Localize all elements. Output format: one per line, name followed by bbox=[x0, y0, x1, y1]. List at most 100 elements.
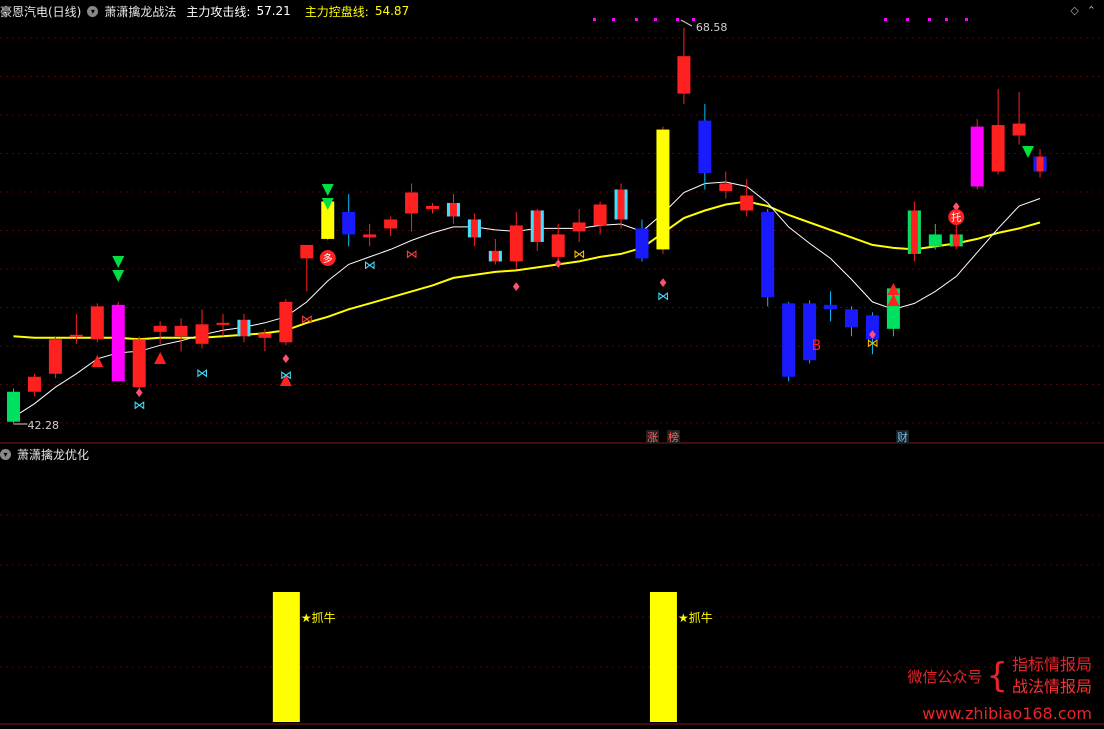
candle-body bbox=[509, 225, 523, 262]
main-header: 豪恩汽电(日线) ▾ 萧潇擒龙战法 主力攻击线: 57.21 主力控盘线: 54… bbox=[0, 3, 409, 19]
candle-edge bbox=[907, 210, 911, 254]
candle-edge bbox=[446, 202, 450, 217]
candle-edge bbox=[949, 234, 953, 247]
candle-body bbox=[928, 234, 942, 247]
sub-header: ▾ 萧潇擒龙优化 bbox=[0, 446, 89, 462]
control-line-label: 主力控盘线: bbox=[304, 4, 369, 19]
watermark-line2: 战法情报局 bbox=[1011, 677, 1092, 696]
stock-name[interactable]: 豪恩汽电(日线) bbox=[0, 3, 81, 20]
candle-body bbox=[845, 309, 858, 328]
candle-body bbox=[153, 325, 167, 332]
chevron-up-icon[interactable]: ⌃ bbox=[1087, 4, 1096, 17]
signal-dot bbox=[612, 18, 615, 21]
indicator-dropdown-icon[interactable]: ▾ bbox=[87, 5, 99, 17]
high-pointer bbox=[680, 19, 693, 27]
signal-dot bbox=[965, 18, 968, 21]
signal-dot bbox=[945, 18, 948, 21]
candle-body bbox=[698, 120, 712, 174]
gem-icon: ♦ bbox=[280, 352, 291, 366]
buy-arrow-icon bbox=[91, 355, 104, 367]
top-right-toolbar: ◇ ⌃ bbox=[1070, 4, 1096, 17]
sub-indicator-name[interactable]: 萧潇擒龙优化 bbox=[17, 446, 89, 463]
candle-body bbox=[90, 306, 104, 340]
signal-dot bbox=[676, 18, 679, 21]
butterfly-icon: ⋈ bbox=[301, 312, 313, 326]
sell-arrow-icon bbox=[112, 256, 125, 268]
butterfly-icon: ⋈ bbox=[280, 368, 292, 382]
candle-body bbox=[1012, 123, 1026, 136]
signal-bar bbox=[649, 592, 677, 722]
candle-body bbox=[69, 334, 83, 337]
butterfly-icon: ⋈ bbox=[573, 247, 585, 261]
candle-edge bbox=[540, 210, 544, 242]
diamond-icon[interactable]: ◇ bbox=[1070, 4, 1078, 17]
marker-b: B bbox=[812, 338, 822, 354]
attack-line-value: 57.21 bbox=[256, 4, 291, 18]
candle-body bbox=[677, 56, 691, 94]
candle-edge bbox=[488, 250, 492, 262]
candle-body bbox=[782, 303, 796, 377]
candle-body bbox=[740, 195, 754, 211]
candle-edge bbox=[1033, 156, 1037, 172]
candle-body bbox=[174, 325, 188, 337]
control-line bbox=[13, 200, 1041, 341]
tag-zhang: 涨 bbox=[647, 431, 658, 444]
candle-body bbox=[300, 244, 314, 259]
candle-body bbox=[363, 234, 377, 238]
gem-icon: ♦ bbox=[511, 280, 522, 294]
butterfly-icon: ⋈ bbox=[364, 258, 376, 272]
candle-edge bbox=[959, 234, 963, 247]
candle-body bbox=[593, 204, 607, 226]
signal-dot bbox=[635, 18, 638, 21]
sell-arrow-icon bbox=[321, 184, 334, 196]
tag-bang: 榜 bbox=[668, 430, 679, 444]
signal-dot bbox=[928, 18, 931, 21]
candle-edge bbox=[530, 210, 534, 242]
candle-edge bbox=[498, 250, 502, 262]
chart-canvas: 68.5842.28⋈⋈ ⋈⋈⋈⋈⋈ ⋈⋈♦♦♦♦♦♦♦多托B涨榜财★抓牛 ★抓牛 bbox=[0, 18, 1104, 725]
candle-body bbox=[656, 129, 670, 250]
low-label: 42.28 bbox=[28, 419, 60, 432]
candle-edge bbox=[624, 189, 628, 220]
attack-line bbox=[13, 181, 1041, 418]
candle-body bbox=[991, 125, 1005, 172]
watermark-line1: 指标情报局 bbox=[1011, 655, 1092, 674]
butterfly-icon: ⋈ bbox=[196, 366, 208, 380]
candle-edge bbox=[477, 219, 481, 238]
candle-body bbox=[132, 339, 146, 388]
buy-arrow-icon bbox=[154, 352, 167, 364]
signal-bar bbox=[272, 592, 300, 722]
tag-cai: 财 bbox=[897, 430, 908, 444]
candle-body bbox=[572, 222, 586, 232]
sell-arrow-icon bbox=[112, 270, 125, 282]
gem-icon: ♦ bbox=[553, 257, 564, 271]
candle-edge bbox=[917, 210, 921, 254]
candle-body bbox=[279, 301, 293, 343]
candle-body bbox=[970, 126, 984, 187]
sell-arrow-icon bbox=[1022, 146, 1034, 158]
candle-body bbox=[7, 391, 20, 422]
butterfly-icon: ⋈ bbox=[406, 247, 418, 261]
sub-indicator-dropdown-icon[interactable]: ▾ bbox=[0, 448, 11, 460]
signal-dot bbox=[884, 18, 887, 21]
high-label: 68.58 bbox=[696, 21, 728, 34]
signal-dot bbox=[593, 18, 596, 21]
watermark-url: www.zhibiao168.com bbox=[922, 704, 1092, 723]
butterfly-icon: ⋈ bbox=[133, 398, 145, 412]
candle-body bbox=[48, 339, 62, 374]
indicator-name[interactable]: 萧潇擒龙战法 bbox=[104, 3, 176, 20]
candle-body bbox=[426, 205, 439, 209]
candle-body bbox=[195, 324, 209, 344]
candle-body bbox=[405, 192, 419, 214]
butterfly-icon: ⋈ bbox=[657, 289, 669, 303]
watermark-label: 微信公众号 bbox=[907, 667, 983, 686]
signal-bar-label: ★抓牛 bbox=[678, 610, 713, 625]
signal-dot bbox=[906, 18, 909, 21]
candle-body bbox=[551, 234, 565, 257]
candle-edge bbox=[614, 189, 618, 220]
watermark: 微信公众号 { 指标情报局 战法情报局 www.zhibiao168.com bbox=[907, 654, 1092, 723]
signal-dot bbox=[654, 18, 657, 21]
candle-body bbox=[719, 183, 733, 191]
candle-body bbox=[216, 322, 230, 325]
attack-line-label: 主力攻击线: bbox=[186, 4, 251, 19]
